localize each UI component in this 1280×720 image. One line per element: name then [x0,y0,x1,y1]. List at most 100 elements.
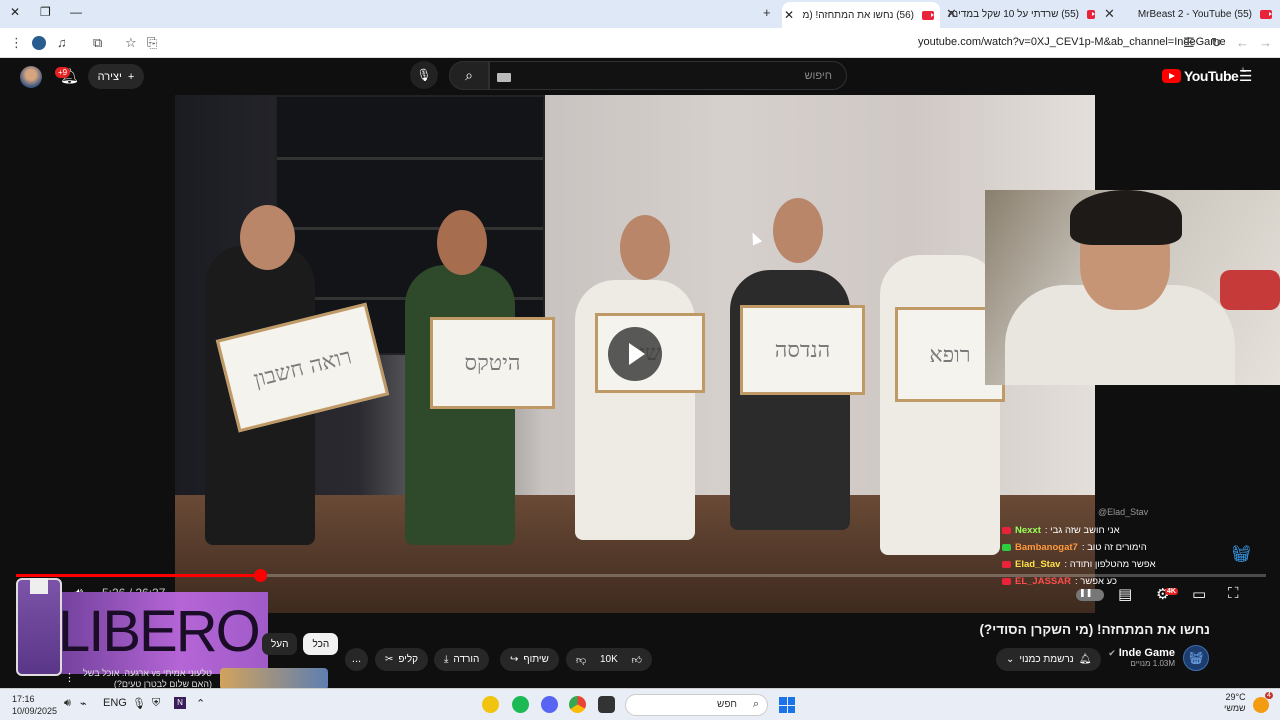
profile-icon[interactable] [32,36,46,50]
recommendation-title[interactable]: טלעוני אמיתי vs ארגעה. אוכל בשל (האם שלו… [82,668,212,690]
dislike-icon[interactable]: 👎︎ [576,654,586,666]
download-icon: ⤓ [444,654,449,665]
bookmark-star-icon[interactable]: ☆ [125,35,137,51]
close-tab-icon[interactable]: ✕ [784,8,794,22]
download-button[interactable]: הורדה ⤓ [434,648,490,671]
subtitles-icon[interactable]: ▤ [1118,585,1132,603]
onenote-icon[interactable]: N [174,697,186,709]
back-icon[interactable]: ← [1236,35,1249,50]
weather-widget[interactable]: 29°C שמשי [1224,692,1246,714]
hamburger-menu-icon[interactable]: ☰ [1239,67,1252,85]
windows-start-icon[interactable] [779,697,795,713]
person-3-head [620,215,670,280]
new-tab-button[interactable]: + [763,5,771,20]
microphone-icon[interactable]: 🎙︎ [132,697,146,710]
autoplay-toggle[interactable] [1076,588,1104,601]
bell-icon: 🔔︎ [1078,654,1092,665]
menu-dots-icon[interactable]: ⋮ [10,35,23,51]
minimize-window-icon[interactable]: — [70,5,82,19]
close-tab-icon[interactable]: ✕ [946,6,957,22]
chevron-up-icon[interactable]: ⌃ [196,697,205,710]
share-button[interactable]: שיתוף ↪ [500,648,559,671]
subscriber-count: 1.03M מנויים [1130,659,1175,668]
tab-active-video[interactable]: (56) נחשו את המתחזה! (מי השקרן ✕ [782,2,940,28]
install-app-icon[interactable]: ⎘ [147,35,157,51]
chat-message: הימורים זה טוב : [1081,542,1147,553]
search-button[interactable]: ⌕ [449,61,489,90]
create-button[interactable]: יצירה + [88,64,144,89]
reload-icon[interactable]: ↻ [1211,35,1222,51]
spotify-icon[interactable] [512,696,529,713]
youtube-badge-icon [1002,561,1011,568]
more-actions-button[interactable]: ... [345,648,368,671]
recommendation-menu-icon[interactable]: ⋮ [64,671,75,684]
chip-other[interactable]: העל [262,633,298,655]
sun-icon[interactable] [1253,697,1269,713]
restore-window-icon[interactable]: ❐ [40,5,51,19]
youtube-favicon-icon [1260,9,1272,19]
webcam-controller [1220,270,1280,310]
site-settings-icon[interactable]: ☰ [1183,35,1195,51]
chat-name: Nexxt [1015,525,1041,536]
subscribed-button[interactable]: 🔔︎ נרשמת כמנוי ⌄ [996,648,1102,671]
chip-all[interactable]: הכל [303,633,339,655]
plus-icon: + [127,70,135,83]
app-icon-1[interactable] [482,696,499,713]
shield-icon[interactable]: ⛨ [152,697,160,710]
chat-overlay: Nexxt אני חושב שזה גבי : Bambanogat7 הימור… [1002,522,1156,590]
webcam-overlay [985,190,1280,385]
fullscreen-icon[interactable]: ⛶ [1228,585,1239,602]
close-window-icon[interactable]: ✕ [10,5,20,19]
language-indicator[interactable]: ENG [103,697,127,709]
speaker-icon[interactable]: 🔊︎ [64,697,71,710]
network-icon[interactable]: ⌁ [80,697,87,710]
media-icon[interactable]: ♫ [57,35,67,50]
video-player[interactable]: רואה חשבון היטקס שי הנדסה רופא [175,95,1095,613]
shopping-basket-icon[interactable]: 🧺︎ [1231,544,1251,564]
youtube-favicon-icon [922,10,934,20]
create-label: יצירה [97,70,122,83]
like-icon[interactable]: 👍︎ [632,654,642,666]
seek-bar-played [16,574,260,577]
discord-icon[interactable] [541,696,558,713]
extensions-icon[interactable]: ⧉ [93,35,102,51]
keyboard-icon[interactable] [497,73,511,82]
youtube-badge-icon [1002,527,1011,534]
browser-tab-bar: ✕ ❐ — (55) MrBeast 2 - YouTube ✕ (55) שר… [0,0,1280,28]
avatar[interactable] [20,66,42,88]
youtube-badge-icon [1002,578,1011,585]
chat-line: Nexxt אני חושב שזה גבי : [1002,522,1156,539]
search-icon: ⌕ [752,698,759,710]
video-title: נחשו את המתחזה! (מי השקרן הסודי?) [979,622,1210,637]
youtube-logo[interactable]: YouTube IL [1162,68,1246,84]
theater-mode-icon[interactable]: ▭ [1192,585,1206,603]
chat-name: EL_JASSAR [1015,576,1071,587]
microphone-icon[interactable]: 🎙︎ [410,61,438,89]
clock[interactable]: 17:16 10/09/2025 [12,693,57,717]
play-button-overlay[interactable] [608,327,662,381]
twitch-badge-icon [1002,544,1011,551]
taskbar-search[interactable]: ⌕ חפש [625,694,768,716]
temperature: 29°C [1225,692,1246,702]
whiteboard-2: היטקס [430,317,555,409]
tab-mrbeast[interactable]: (55) MrBeast 2 - YouTube [1120,4,1272,24]
forward-icon[interactable]: → [1259,35,1272,50]
url-field[interactable]: youtube.com/watch?v=0XJ_CEV1p-M&ab_chann… [918,36,1226,48]
file-explorer-icon[interactable] [598,696,615,713]
channel-avatar[interactable]: 🧺︎ [1183,645,1209,671]
like-count[interactable]: 10K [600,654,618,665]
chrome-icon[interactable] [569,696,586,713]
recommendation-thumbnail[interactable] [220,668,328,690]
ad-overlay[interactable]: LIBERO [16,578,268,678]
subscribed-label: נרשמת כמנוי [1019,654,1074,665]
notification-count: +9 [55,67,71,78]
tab-survived[interactable]: (55) שרדתי על 10 שקל במדינה [948,4,1095,24]
channel-name[interactable]: Inde Game [1119,647,1175,659]
chat-name: Bambanogat7 [1015,542,1078,553]
seek-bar[interactable] [16,569,1266,582]
search-input[interactable]: חיפוש [489,61,847,90]
channel-info: Inde Game✔ 1.03M מנויים [1108,647,1175,668]
stream-watermark: @Elad_Stav [1098,507,1149,517]
clip-button[interactable]: קליפ ✂ [375,648,429,671]
close-tab-icon[interactable]: ✕ [1104,6,1115,22]
